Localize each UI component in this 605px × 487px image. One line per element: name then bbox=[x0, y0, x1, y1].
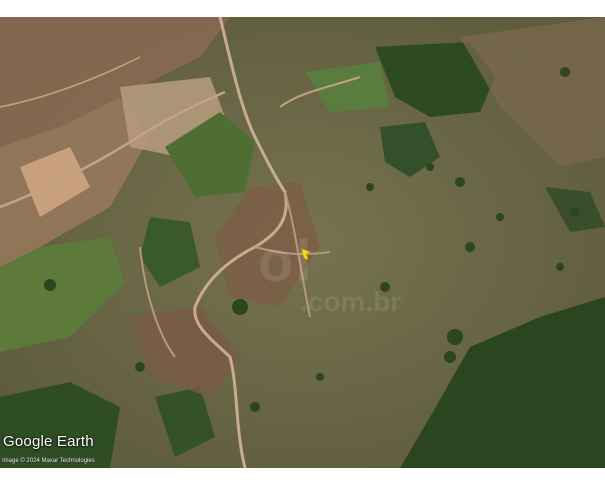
bottom-border bbox=[0, 468, 605, 487]
google-earth-logo: Google Earth bbox=[3, 433, 94, 450]
satellite-imagery bbox=[0, 17, 605, 468]
location-pin-icon[interactable] bbox=[299, 247, 313, 261]
satellite-map[interactable] bbox=[0, 17, 605, 468]
imagery-credit: Image © 2024 Maxar Technologies bbox=[2, 458, 95, 464]
top-border bbox=[0, 0, 605, 17]
